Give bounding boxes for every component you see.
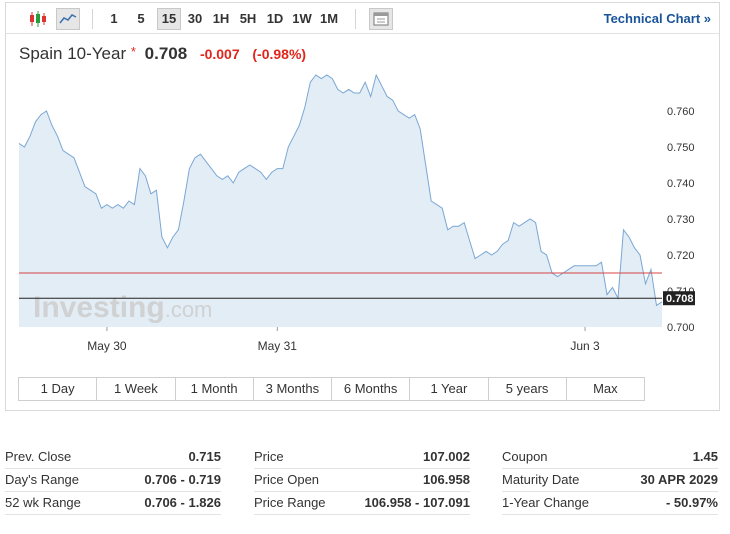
stat-value: 107.002 bbox=[423, 449, 470, 464]
stat-label: Coupon bbox=[502, 449, 548, 464]
stat-value: 30 APR 2029 bbox=[640, 472, 718, 487]
stat-label: Day's Range bbox=[5, 472, 80, 487]
stat-price: Price 107.002 bbox=[254, 446, 470, 469]
stat-value: 106.958 bbox=[423, 472, 470, 487]
range-5-years[interactable]: 5 years bbox=[489, 378, 567, 400]
stat-value: - 50.97% bbox=[665, 495, 718, 510]
stat-label: Prev. Close bbox=[5, 449, 72, 464]
range-selector: 1 Day 1 Week 1 Month 3 Months 6 Months 1… bbox=[18, 377, 645, 401]
chart-panel: 1 5 15 30 1H 5H 1D 1W 1M Technical Chart… bbox=[5, 2, 720, 411]
stat-days-range: Day's Range 0.706 - 0.719 bbox=[5, 469, 221, 492]
price-chart[interactable]: Investing.com0.7600.7500.7400.7300.7200.… bbox=[6, 3, 719, 373]
stat-label: 52 wk Range bbox=[5, 495, 81, 510]
stats-column-1: Prev. Close 0.715 Day's Range 0.706 - 0.… bbox=[5, 446, 221, 515]
stat-52wk-range: 52 wk Range 0.706 - 1.826 bbox=[5, 492, 221, 515]
range-1-day[interactable]: 1 Day bbox=[19, 378, 98, 400]
stat-value: 0.706 - 0.719 bbox=[144, 472, 221, 487]
range-6-months[interactable]: 6 Months bbox=[332, 378, 411, 400]
stat-price-open: Price Open 106.958 bbox=[254, 469, 470, 492]
stats-column-2: Price 107.002 Price Open 106.958 Price R… bbox=[254, 446, 470, 515]
range-1-week[interactable]: 1 Week bbox=[97, 378, 176, 400]
chart-area: Investing.com 0.760 0.750 0.740 0.730 0.720 0.… bbox=[6, 3, 719, 378]
x-tick-label: Jun 3 bbox=[570, 339, 600, 353]
range-1-year[interactable]: 1 Year bbox=[410, 378, 489, 400]
stat-label: Price Range bbox=[254, 495, 326, 510]
stat-value: 0.715 bbox=[188, 449, 221, 464]
y-tick-label: 0.750 bbox=[667, 142, 695, 154]
x-tick-label: May 30 bbox=[87, 339, 127, 353]
stat-maturity-date: Maturity Date 30 APR 2029 bbox=[502, 469, 718, 492]
y-tick-label: 0.720 bbox=[667, 250, 695, 262]
y-tick-label: 0.760 bbox=[667, 106, 695, 118]
stats-column-3: Coupon 1.45 Maturity Date 30 APR 2029 1-… bbox=[502, 446, 718, 515]
stat-price-range: Price Range 106.958 - 107.091 bbox=[254, 492, 470, 515]
stat-prev-close: Prev. Close 0.715 bbox=[5, 446, 221, 469]
range-1-month[interactable]: 1 Month bbox=[176, 378, 254, 400]
stat-1-year-change: 1-Year Change - 50.97% bbox=[502, 492, 718, 515]
range-3-months[interactable]: 3 Months bbox=[254, 378, 332, 400]
stat-value: 106.958 - 107.091 bbox=[364, 495, 470, 510]
stat-label: 1-Year Change bbox=[502, 495, 589, 510]
y-tick-label: 0.730 bbox=[667, 214, 695, 226]
y-tick-label: 0.700 bbox=[667, 322, 695, 334]
range-max[interactable]: Max bbox=[567, 378, 644, 400]
stat-coupon: Coupon 1.45 bbox=[502, 446, 718, 469]
stat-label: Price Open bbox=[254, 472, 320, 487]
stat-label: Price bbox=[254, 449, 284, 464]
last-price-label: 0.708 bbox=[666, 293, 694, 305]
stat-value: 0.706 - 1.826 bbox=[144, 495, 221, 510]
x-tick-label: May 31 bbox=[258, 339, 298, 353]
stat-value: 1.45 bbox=[692, 449, 718, 464]
y-tick-label: 0.740 bbox=[667, 178, 695, 190]
stat-label: Maturity Date bbox=[502, 472, 580, 487]
